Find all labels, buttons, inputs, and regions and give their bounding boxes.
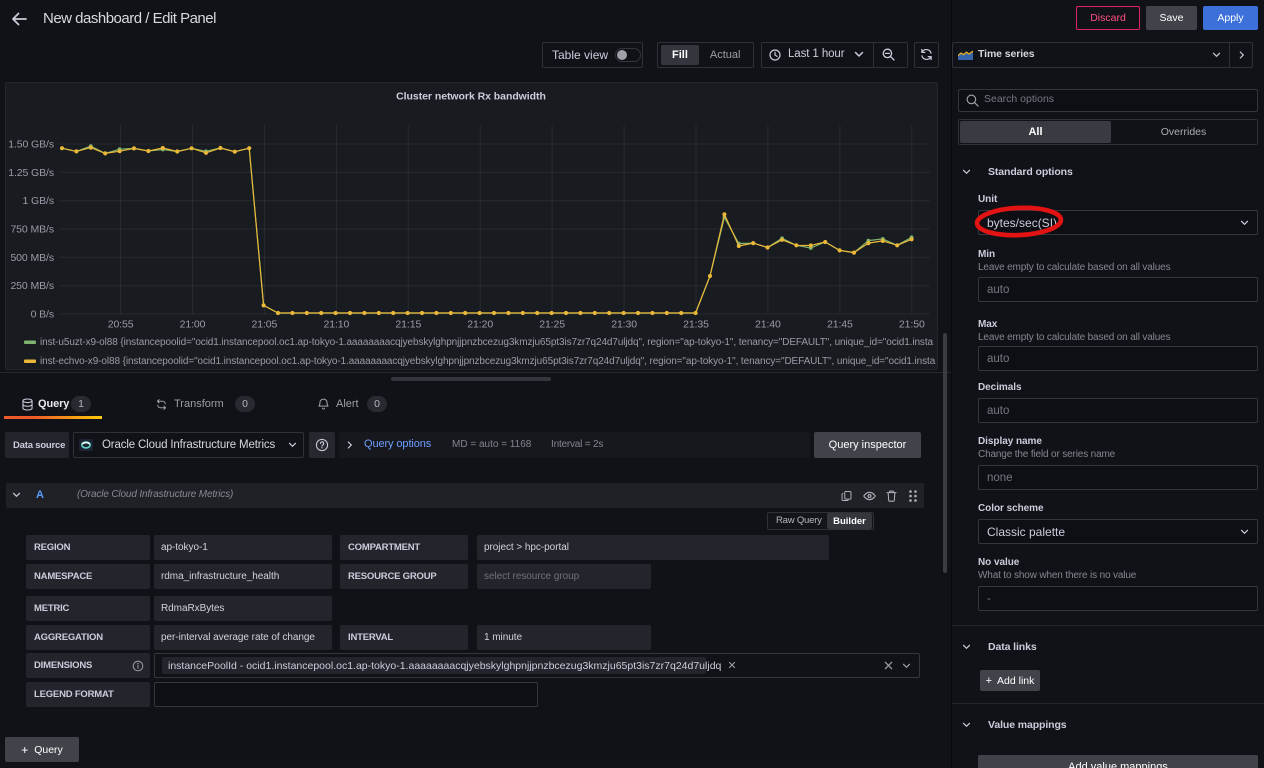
svg-text:21:10: 21:10 [324, 319, 350, 331]
svg-text:250 MB/s: 250 MB/s [10, 280, 54, 292]
svg-text:Cluster network Rx bandwidth: Cluster network Rx bandwidth [396, 91, 546, 103]
svg-text:21:00: 21:00 [180, 319, 206, 331]
svg-text:21:50: 21:50 [899, 319, 925, 331]
svg-text:1.25 GB/s: 1.25 GB/s [8, 167, 54, 179]
svg-text:21:30: 21:30 [611, 319, 637, 331]
svg-text:750 MB/s: 750 MB/s [10, 224, 54, 236]
svg-text:inst-echvo-x9-ol88 {instancepo: inst-echvo-x9-ol88 {instancepoolid="ocid… [40, 356, 936, 367]
svg-text:21:20: 21:20 [467, 319, 493, 331]
svg-text:21:45: 21:45 [827, 319, 853, 331]
svg-text:21:35: 21:35 [683, 319, 709, 331]
svg-text:21:40: 21:40 [755, 319, 781, 331]
svg-text:21:25: 21:25 [539, 319, 565, 331]
svg-text:500 MB/s: 500 MB/s [10, 252, 54, 264]
svg-text:0 B/s: 0 B/s [31, 309, 54, 321]
svg-text:1 GB/s: 1 GB/s [23, 195, 55, 207]
svg-text:1.50 GB/s: 1.50 GB/s [8, 139, 54, 151]
svg-text:20:55: 20:55 [108, 319, 134, 331]
svg-text:21:15: 21:15 [395, 319, 421, 331]
svg-text:inst-u5uzt-x9-ol88 {instancepo: inst-u5uzt-x9-ol88 {instancepoolid="ocid… [40, 337, 934, 348]
svg-text:21:05: 21:05 [252, 319, 278, 331]
